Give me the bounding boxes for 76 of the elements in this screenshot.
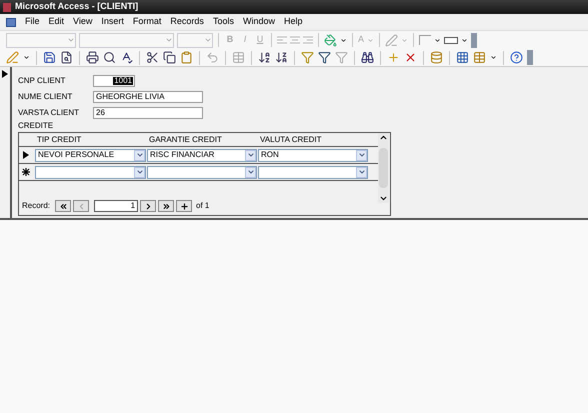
window-title: Microsoft Access - [CLIENTI] bbox=[15, 0, 138, 14]
record-selector[interactable] bbox=[0, 67, 12, 218]
filter-form-icon[interactable] bbox=[318, 51, 331, 64]
text-field[interactable]: 26 bbox=[93, 107, 203, 119]
scroll-up-icon[interactable] bbox=[379, 133, 388, 142]
menu-item[interactable]: File bbox=[25, 15, 40, 29]
new-record-button[interactable] bbox=[176, 200, 192, 212]
toolbar-handle[interactable] bbox=[527, 50, 533, 65]
design-view-icon[interactable] bbox=[6, 51, 19, 64]
text-field[interactable]: GHEORGHE LIVIA bbox=[93, 91, 203, 103]
paste-icon[interactable] bbox=[180, 51, 193, 64]
sort-descending-icon[interactable] bbox=[275, 51, 288, 64]
copy-icon[interactable] bbox=[163, 51, 176, 64]
menu-item[interactable]: Window bbox=[242, 15, 275, 29]
combo-field[interactable] bbox=[147, 166, 257, 178]
sort-ascending-icon[interactable] bbox=[258, 51, 271, 64]
field-label: NUME CLIENT bbox=[18, 91, 74, 103]
new-record-icon[interactable] bbox=[387, 51, 400, 64]
line-color-icon[interactable] bbox=[385, 34, 398, 46]
combo-field[interactable]: RON bbox=[258, 148, 368, 162]
filter-icon[interactable] bbox=[301, 51, 314, 64]
combo-field[interactable] bbox=[35, 166, 146, 178]
field-label: CNP CLIENT bbox=[18, 75, 66, 87]
combo-field[interactable] bbox=[258, 166, 368, 178]
scroll-thumb[interactable] bbox=[379, 148, 388, 188]
caret-icon[interactable] bbox=[490, 54, 497, 61]
menu-item[interactable]: Help bbox=[284, 15, 302, 29]
current-record-icon bbox=[2, 70, 8, 78]
toolbar-handle[interactable] bbox=[471, 32, 478, 48]
fill-color-icon[interactable] bbox=[324, 34, 337, 46]
subform-label: CREDITE bbox=[18, 122, 54, 132]
apply-filter-icon[interactable] bbox=[335, 51, 348, 64]
new-record-icon bbox=[22, 168, 30, 176]
form-icon[interactable] bbox=[6, 18, 16, 26]
menu-item[interactable]: Tools bbox=[212, 15, 234, 29]
delete-record-icon[interactable] bbox=[404, 51, 417, 64]
field-label: VARSTA CLIENT bbox=[18, 107, 80, 119]
caret-icon[interactable] bbox=[23, 54, 30, 61]
special-effect-icon[interactable] bbox=[444, 36, 458, 44]
spelling-icon[interactable] bbox=[120, 51, 133, 64]
menu-item[interactable]: Edit bbox=[48, 15, 64, 29]
current-row-icon bbox=[23, 151, 29, 159]
record-count: of 1 bbox=[196, 200, 210, 212]
scroll-down-icon[interactable] bbox=[379, 194, 388, 203]
menu-item[interactable]: Insert bbox=[101, 15, 124, 29]
app-icon bbox=[3, 2, 11, 12]
menu-item[interactable]: View bbox=[73, 15, 92, 29]
record-label: Record: bbox=[22, 200, 50, 212]
last-record-button[interactable] bbox=[158, 200, 174, 212]
first-record-icon bbox=[58, 202, 68, 210]
database-window-icon[interactable] bbox=[456, 51, 469, 64]
next-record-button[interactable] bbox=[140, 200, 156, 212]
combo-field[interactable]: NEVOI PERSONALE bbox=[35, 148, 146, 162]
print-icon[interactable] bbox=[86, 51, 99, 64]
column-header: VALUTA CREDIT bbox=[259, 134, 322, 146]
undo-icon[interactable] bbox=[206, 51, 219, 64]
caret-icon[interactable] bbox=[434, 36, 442, 44]
last-record-icon bbox=[162, 202, 171, 210]
combo-field[interactable]: RISC FINANCIAR bbox=[147, 148, 257, 162]
help-icon[interactable] bbox=[510, 51, 523, 64]
print-preview-icon[interactable] bbox=[103, 51, 116, 64]
caret-icon[interactable] bbox=[340, 36, 347, 44]
column-header: GARANTIE CREDIT bbox=[148, 134, 223, 146]
caret-icon[interactable] bbox=[461, 36, 468, 44]
new-record-icon bbox=[180, 202, 189, 210]
menu-item[interactable]: Format bbox=[132, 15, 162, 29]
save-icon[interactable] bbox=[43, 51, 56, 64]
vertical-scrollbar[interactable] bbox=[378, 133, 389, 203]
file-search-icon[interactable] bbox=[60, 51, 73, 64]
column-header: TIP CREDIT bbox=[36, 134, 82, 146]
text-field[interactable]: 1001 bbox=[93, 75, 135, 87]
cut-icon[interactable] bbox=[146, 51, 159, 64]
find-icon[interactable] bbox=[361, 51, 374, 64]
menu-item[interactable]: Records bbox=[170, 15, 204, 29]
record-number-field[interactable]: 1 bbox=[94, 200, 138, 212]
first-record-button[interactable] bbox=[55, 200, 72, 212]
